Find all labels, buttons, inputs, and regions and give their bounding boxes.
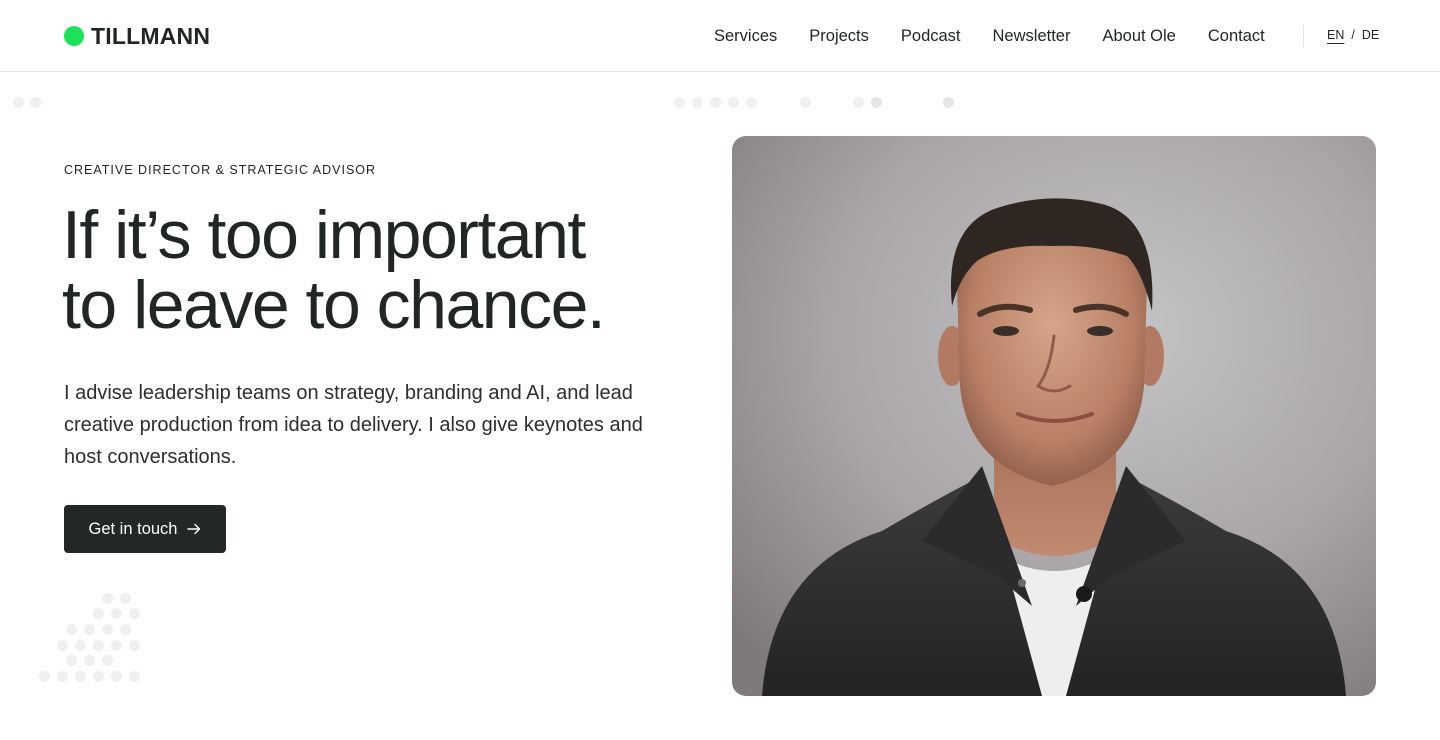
decor-dot — [66, 655, 77, 666]
decor-dot — [39, 671, 50, 682]
decor-dot — [111, 608, 122, 619]
decor-dot — [57, 671, 68, 682]
decor-dot — [102, 655, 113, 666]
decor-dot — [129, 608, 140, 619]
decor-dot — [129, 640, 140, 651]
get-in-touch-button[interactable]: Get in touch — [64, 505, 226, 553]
decor-dot — [674, 97, 685, 108]
decor-dot — [129, 671, 140, 682]
decor-dot — [84, 655, 95, 666]
lang-en-link[interactable]: EN — [1327, 28, 1344, 42]
decor-dot — [871, 97, 882, 108]
decor-dot — [75, 671, 86, 682]
decor-dot — [943, 97, 954, 108]
decor-dot — [30, 97, 41, 108]
decor-dot — [111, 671, 122, 682]
decor-dot — [746, 97, 757, 108]
site-header: TILLMANN Services Projects Podcast Newsl… — [0, 0, 1440, 72]
decor-dot — [853, 97, 864, 108]
decor-dot — [102, 593, 113, 604]
decor-dot — [66, 624, 77, 635]
decor-dot — [111, 640, 122, 651]
brand-name: TILLMANN — [91, 22, 211, 49]
decor-dot — [93, 640, 104, 651]
portrait-photo — [732, 136, 1376, 696]
nav-divider — [1303, 25, 1304, 47]
hero-headline: If it’s too important to leave to chance… — [62, 200, 702, 340]
hero-lead-text: I advise leadership teams on strategy, b… — [64, 382, 643, 468]
decor-dot — [102, 624, 113, 635]
lang-de-link[interactable]: DE — [1362, 28, 1379, 42]
decor-dot — [84, 624, 95, 635]
lang-separator: / — [1351, 28, 1355, 42]
decor-dot — [93, 608, 104, 619]
decor-dot — [57, 640, 68, 651]
hero-headline-line-2: to leave to chance. — [62, 267, 606, 343]
decor-dot — [728, 97, 739, 108]
decor-dot — [75, 640, 86, 651]
nav-item-podcast[interactable]: Podcast — [901, 27, 961, 46]
language-switcher: EN / DE — [1327, 28, 1379, 42]
decor-dot — [710, 97, 721, 108]
nav-item-projects[interactable]: Projects — [809, 27, 869, 46]
logo-dot-icon — [64, 26, 84, 46]
decor-dot — [13, 97, 24, 108]
nav-item-newsletter[interactable]: Newsletter — [993, 27, 1071, 46]
decor-dot — [120, 624, 131, 635]
decor-dot — [800, 97, 811, 108]
brand-logo[interactable]: TILLMANN — [64, 22, 211, 49]
nav-item-services[interactable]: Services — [714, 27, 777, 46]
decor-dot — [93, 671, 104, 682]
decor-dot — [120, 593, 131, 604]
main-nav: Services Projects Podcast Newsletter Abo… — [714, 25, 1265, 47]
nav-item-contact[interactable]: Contact — [1208, 27, 1265, 46]
hero-eyebrow: CREATIVE DIRECTOR & STRATEGIC ADVISOR — [64, 163, 377, 177]
arrow-right-icon — [187, 523, 201, 535]
nav-item-about[interactable]: About Ole — [1102, 27, 1175, 46]
get-in-touch-label: Get in touch — [88, 519, 178, 538]
hero-headline-line-1: If it’s too important — [62, 197, 586, 273]
decor-dot — [692, 97, 703, 108]
